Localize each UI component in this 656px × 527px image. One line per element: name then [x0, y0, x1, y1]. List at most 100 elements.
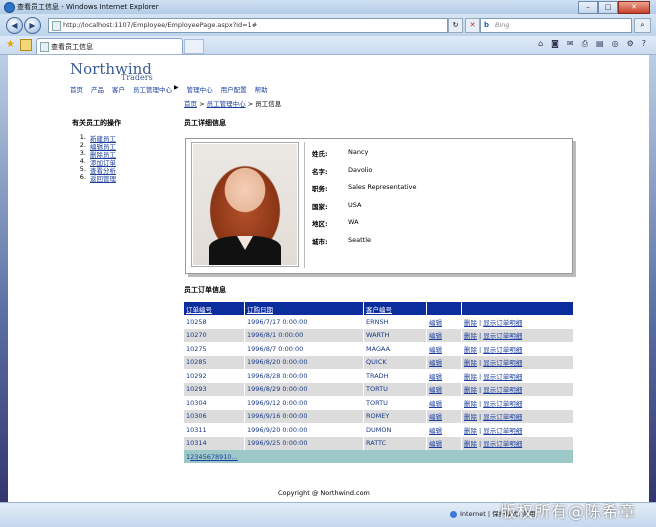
page-menu-icon[interactable]: ▤	[596, 39, 604, 49]
edit-cell: 编辑	[426, 315, 462, 329]
nav-home[interactable]: 首页	[70, 84, 83, 94]
search-icon[interactable]: ⌕	[634, 18, 651, 33]
show-order-details-link[interactable]: 显示订单明细	[483, 427, 522, 435]
actions-cell: 删除 | 显示订单明细	[461, 423, 574, 437]
order-date-cell: 1996/9/25 0:00:00	[244, 436, 364, 450]
feeds-icon[interactable]: ◙	[551, 39, 559, 49]
pager-page-link[interactable]: ...	[232, 453, 238, 461]
home-icon[interactable]: ⌂	[538, 39, 543, 49]
show-order-details-link[interactable]: 显示订单明细	[483, 332, 522, 340]
edit-link[interactable]: 编辑	[429, 359, 442, 367]
sidebar-link-delete-employee[interactable]: 删除员工	[90, 149, 116, 159]
help-icon[interactable]: ?	[642, 39, 646, 49]
sort-order-id-link[interactable]: 订单编号	[186, 306, 212, 314]
show-order-details-link[interactable]: 显示订单明细	[483, 319, 522, 327]
orders-table: 订单编号 订购日期 客户编号 10258 1996/7/17 0:00:00 ERN…	[184, 302, 574, 463]
show-order-details-link[interactable]: 显示订单明细	[483, 359, 522, 367]
delete-link[interactable]: 删除	[464, 373, 477, 381]
edit-link[interactable]: 编辑	[429, 413, 442, 421]
col-order-date[interactable]: 订购日期	[244, 302, 364, 315]
delete-link[interactable]: 删除	[464, 427, 477, 435]
show-order-details-link[interactable]: 显示订单明细	[483, 346, 522, 354]
delete-link[interactable]: 删除	[464, 346, 477, 354]
back-button[interactable]: ◀	[6, 17, 23, 34]
edit-link[interactable]: 编辑	[429, 400, 442, 408]
delete-link[interactable]: 删除	[464, 400, 477, 408]
edit-link[interactable]: 编辑	[429, 373, 442, 381]
order-date-cell: 1996/7/17 0:00:00	[244, 315, 364, 329]
forward-button[interactable]: ▶	[24, 17, 41, 34]
stop-icon[interactable]: ✕	[465, 18, 480, 33]
search-input[interactable]: b Bing	[480, 18, 632, 33]
delete-link[interactable]: 删除	[464, 386, 477, 394]
table-row: 10292 1996/8/28 0:00:00 TRADH 编辑 删除 | 显示订单明细	[184, 369, 574, 383]
nav-products[interactable]: 产品	[91, 84, 104, 94]
tools-gear-icon[interactable]: ⚙	[627, 39, 634, 49]
edit-cell: 编辑	[426, 382, 462, 396]
field-value: Seattle	[348, 235, 372, 244]
edit-link[interactable]: 编辑	[429, 427, 442, 435]
mail-icon[interactable]: ✉	[567, 39, 574, 49]
col-customer-id[interactable]: 客户编号	[363, 302, 427, 315]
nav-help[interactable]: 帮助	[255, 84, 268, 94]
refresh-icon[interactable]: ↻	[448, 18, 463, 33]
sidebar-item: 5. 查看分析	[72, 165, 116, 175]
delete-link[interactable]: 删除	[464, 319, 477, 327]
sidebar-link-view-analysis[interactable]: 查看分析	[90, 165, 116, 175]
print-icon[interactable]: ⎙	[582, 39, 588, 49]
minimize-button[interactable]: –	[578, 1, 598, 14]
nav-user-settings[interactable]: 用户配置	[221, 84, 247, 94]
show-order-details-link[interactable]: 显示订单明细	[483, 373, 522, 381]
employee-photo	[193, 144, 297, 265]
show-order-details-link[interactable]: 显示订单明细	[483, 386, 522, 394]
delete-link[interactable]: 删除	[464, 440, 477, 448]
order-id-cell: 10270	[184, 328, 245, 342]
sidebar-item: 4. 添加订单	[72, 157, 116, 167]
show-order-details-link[interactable]: 显示订单明细	[483, 440, 522, 448]
new-tab-button[interactable]	[184, 39, 204, 54]
safety-menu-icon[interactable]: ◎	[612, 39, 619, 49]
col-edit	[426, 302, 462, 315]
pager-page-link[interactable]: 10	[223, 453, 231, 461]
url-buttons: ↻ ✕	[448, 18, 480, 33]
nav-customers[interactable]: 客户	[112, 84, 125, 94]
favorites-folder-icon[interactable]	[20, 39, 32, 51]
sidebar-link-back-to-admin[interactable]: 返回管理	[90, 173, 116, 183]
sort-order-date-link[interactable]: 订购日期	[247, 306, 273, 314]
field-row: 姓氏: Nancy	[312, 148, 416, 166]
sort-customer-id-link[interactable]: 客户编号	[366, 306, 392, 314]
nav-employee-center[interactable]: 员工管理中心	[133, 84, 172, 94]
tab-employee-info[interactable]: 查看员工信息	[36, 38, 183, 54]
delete-link[interactable]: 删除	[464, 359, 477, 367]
breadcrumb-employee-center[interactable]: 员工管理中心	[207, 100, 246, 108]
search-placeholder: Bing	[495, 21, 510, 29]
nav-admin-center[interactable]: 管理中心	[187, 84, 213, 94]
url-input[interactable]: http://localhost:1107/Employee/EmployeeP…	[48, 18, 448, 33]
order-date-cell: 1996/8/1 0:00:00	[244, 328, 364, 342]
site-logo-subtitle: Traders	[121, 73, 153, 82]
edit-link[interactable]: 编辑	[429, 319, 442, 327]
edit-link[interactable]: 编辑	[429, 440, 442, 448]
maximize-button[interactable]: □	[598, 1, 618, 14]
item-number: 5.	[79, 165, 86, 173]
edit-cell: 编辑	[426, 342, 462, 356]
order-date-cell: 1996/9/16 0:00:00	[244, 409, 364, 423]
close-button[interactable]: ✕	[618, 1, 650, 14]
sidebar-link-add-order[interactable]: 添加订单	[90, 157, 116, 167]
edit-link[interactable]: 编辑	[429, 332, 442, 340]
show-order-details-link[interactable]: 显示订单明细	[483, 413, 522, 421]
edit-link[interactable]: 编辑	[429, 346, 442, 354]
sidebar-link-edit-employee[interactable]: 编辑员工	[90, 141, 116, 151]
favorites-star-icon[interactable]: ★	[6, 39, 15, 50]
show-order-details-link[interactable]: 显示订单明细	[483, 400, 522, 408]
sidebar-link-new-employee[interactable]: 新建员工	[90, 133, 116, 143]
edit-link[interactable]: 编辑	[429, 386, 442, 394]
col-order-id[interactable]: 订单编号	[184, 302, 245, 315]
breadcrumb-home[interactable]: 首页	[184, 100, 197, 108]
edit-cell: 编辑	[426, 396, 462, 410]
field-label: 职务:	[312, 185, 328, 193]
delete-link[interactable]: 删除	[464, 413, 477, 421]
footer-copyright: Copyright @ Northwind.com	[278, 489, 370, 497]
delete-link[interactable]: 删除	[464, 332, 477, 340]
submenu-arrow-icon[interactable]: ▶	[174, 84, 179, 94]
